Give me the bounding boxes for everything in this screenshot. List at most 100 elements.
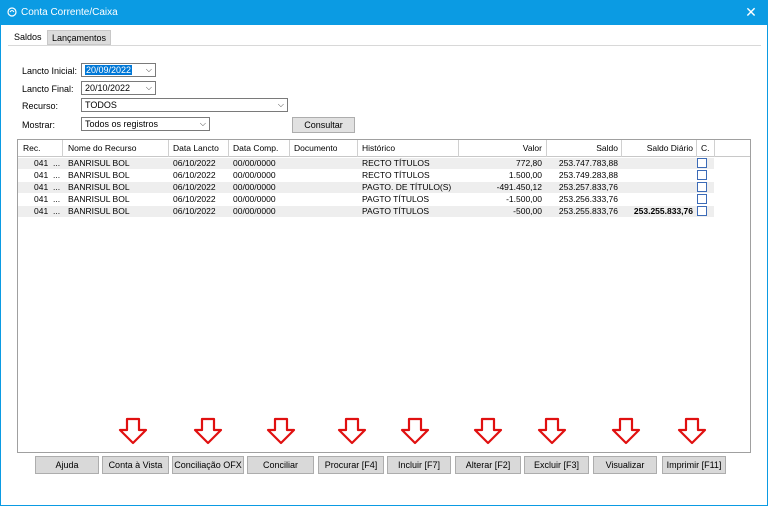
checkbox-icon[interactable]: [697, 194, 707, 204]
cell-data-lancto: 06/10/2022: [173, 194, 216, 204]
procurar-button[interactable]: Procurar [F4]: [318, 456, 384, 474]
cell-historico: PAGTO. DE TÍTULO(S): [362, 182, 452, 192]
chevron-down-icon[interactable]: ⌵: [146, 64, 152, 76]
cell-valor: 1.500,00: [508, 170, 542, 180]
mostrar-value: Todos os registros: [85, 119, 159, 129]
arrow-down-icon: [400, 417, 430, 445]
arrow-down-icon: [118, 417, 148, 445]
cell-rec: 041: [34, 194, 49, 204]
arrow-down-icon: [611, 417, 641, 445]
cell-data-lancto: 06/10/2022: [173, 158, 216, 168]
cell-data-lancto: 06/10/2022: [173, 206, 216, 216]
table-row[interactable]: 041 ... BANRISUL BOL 06/10/2022 00/00/00…: [18, 182, 714, 193]
cell-valor: 772,80: [516, 158, 542, 168]
chevron-down-icon[interactable]: ⌵: [146, 82, 152, 94]
checkbox-icon[interactable]: [697, 182, 707, 192]
visualizar-button[interactable]: Visualizar: [593, 456, 657, 474]
arrow-down-icon: [473, 417, 503, 445]
table-row[interactable]: 041 ... BANRISUL BOL 06/10/2022 00/00/00…: [18, 194, 714, 205]
arrow-down-icon: [537, 417, 567, 445]
cell-data-comp: 00/00/0000: [233, 206, 276, 216]
cell-rec: 041: [34, 158, 49, 168]
cell-data-comp: 00/00/0000: [233, 194, 276, 204]
grid-header: Rec. Nome do Recurso Data Lancto Data Co…: [18, 140, 750, 157]
table-row[interactable]: 041 ... BANRISUL BOL 06/10/2022 00/00/00…: [18, 170, 714, 181]
column-divider: [228, 140, 229, 157]
column-divider: [62, 140, 63, 157]
column-divider: [714, 140, 715, 157]
lancto-final-field[interactable]: 20/10/2022 ⌵: [81, 81, 156, 95]
col-conciliado[interactable]: C.: [701, 143, 710, 154]
table-row[interactable]: 041 ... BANRISUL BOL 06/10/2022 00/00/00…: [18, 158, 714, 169]
arrow-down-icon: [337, 417, 367, 445]
cell-ellipsis[interactable]: ...: [53, 194, 60, 205]
cell-nome: BANRISUL BOL: [68, 182, 130, 192]
title-bar: Conta Corrente/Caixa ✕: [0, 0, 768, 25]
arrow-down-icon: [677, 417, 707, 445]
cell-saldo-diario: [623, 182, 693, 193]
cell-saldo: 253.255.833,76: [558, 206, 618, 216]
col-rec[interactable]: Rec.: [23, 143, 40, 154]
table-row[interactable]: 041 ... BANRISUL BOL 06/10/2022 00/00/00…: [18, 206, 714, 217]
col-data-lancto[interactable]: Data Lancto: [173, 143, 219, 154]
cell-ellipsis[interactable]: ...: [53, 182, 60, 193]
chevron-down-icon[interactable]: ⌵: [278, 99, 284, 111]
conciliacao-ofx-button[interactable]: Conciliação OFX: [172, 456, 244, 474]
col-data-comp[interactable]: Data Comp.: [233, 143, 278, 154]
cell-rec: 041: [34, 206, 49, 216]
conta-a-vista-button[interactable]: Conta à Vista: [102, 456, 169, 474]
lancto-inicial-value: 20/09/2022: [85, 65, 133, 75]
checkbox-icon[interactable]: [697, 206, 707, 216]
cell-historico: RECTO TÍTULOS: [362, 158, 430, 168]
lancto-inicial-label: Lancto Inicial:: [22, 66, 78, 76]
lancto-inicial-field[interactable]: 20/09/2022 ⌵: [81, 63, 156, 77]
consultar-button[interactable]: Consultar: [292, 117, 355, 133]
cell-valor: -1.500,00: [506, 194, 542, 204]
col-nome-recurso[interactable]: Nome do Recurso: [68, 143, 137, 154]
col-historico[interactable]: Histórico: [362, 143, 395, 154]
cell-data-lancto: 06/10/2022: [173, 170, 216, 180]
conciliar-button[interactable]: Conciliar: [247, 456, 314, 474]
cell-data-lancto: 06/10/2022: [173, 182, 216, 192]
lancamentos-grid[interactable]: Rec. Nome do Recurso Data Lancto Data Co…: [17, 139, 751, 453]
checkbox-icon[interactable]: [697, 170, 707, 180]
cell-rec: 041: [34, 170, 49, 180]
col-saldo-diario[interactable]: Saldo Diário: [623, 143, 693, 154]
imprimir-button[interactable]: Imprimir [F11]: [662, 456, 726, 474]
col-valor[interactable]: Valor: [458, 143, 542, 154]
app-logo-icon: [7, 7, 17, 17]
arrow-down-icon: [266, 417, 296, 445]
cell-valor: -491.450,12: [496, 182, 542, 192]
recurso-select[interactable]: TODOS ⌵: [81, 98, 288, 112]
col-documento[interactable]: Documento: [294, 143, 337, 154]
alterar-button[interactable]: Alterar [F2]: [455, 456, 521, 474]
cell-ellipsis[interactable]: ...: [53, 158, 60, 169]
column-divider: [546, 140, 547, 157]
cell-historico: RECTO TÍTULOS: [362, 170, 430, 180]
cell-data-comp: 00/00/0000: [233, 182, 276, 192]
cell-data-comp: 00/00/0000: [233, 158, 276, 168]
chevron-down-icon[interactable]: ⌵: [200, 118, 206, 130]
cell-saldo-diario: [623, 194, 693, 205]
mostrar-label: Mostrar:: [22, 120, 56, 130]
recurso-value: TODOS: [85, 100, 117, 110]
cell-nome: BANRISUL BOL: [68, 170, 130, 180]
checkbox-icon[interactable]: [697, 158, 707, 168]
mostrar-select[interactable]: Todos os registros ⌵: [81, 117, 210, 131]
excluir-button[interactable]: Excluir [F3]: [524, 456, 589, 474]
cell-saldo-diario: [623, 170, 693, 181]
tab-divider: [8, 45, 761, 46]
ajuda-button[interactable]: Ajuda: [35, 456, 99, 474]
cell-saldo: 253.256.333,76: [558, 194, 618, 204]
cell-saldo: 253.257.833,76: [558, 182, 618, 192]
arrow-down-icon: [193, 417, 223, 445]
cell-ellipsis[interactable]: ...: [53, 170, 60, 181]
incluir-button[interactable]: Incluir [F7]: [387, 456, 451, 474]
col-saldo[interactable]: Saldo: [548, 143, 618, 154]
cell-ellipsis[interactable]: ...: [53, 206, 60, 217]
tab-lancamentos[interactable]: Lançamentos: [47, 30, 112, 45]
tab-saldos[interactable]: Saldos: [10, 30, 46, 45]
close-icon[interactable]: ✕: [742, 3, 760, 21]
cell-saldo: 253.749.283,88: [558, 170, 618, 180]
column-divider: [289, 140, 290, 157]
